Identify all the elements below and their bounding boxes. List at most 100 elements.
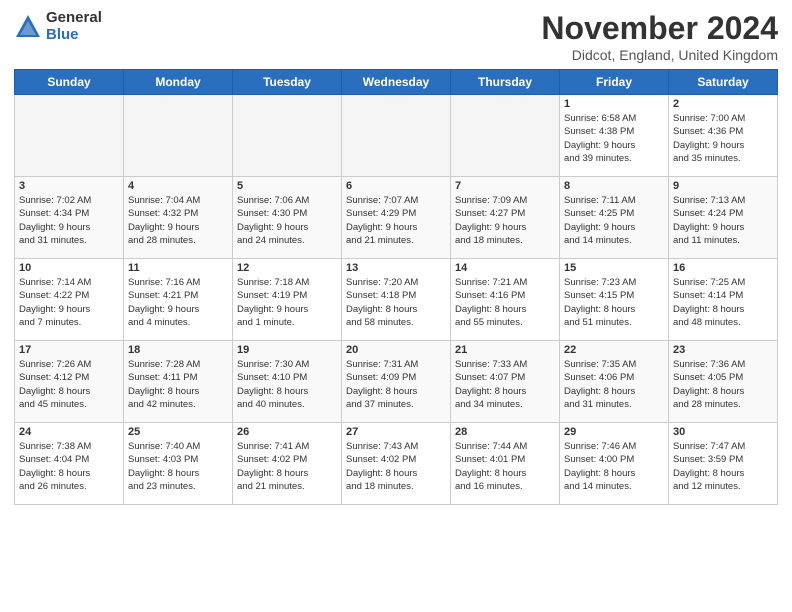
calendar-container: General Blue November 2024 Didcot, Engla… [0,0,792,612]
day-cell: 26Sunrise: 7:41 AM Sunset: 4:02 PM Dayli… [233,423,342,505]
day-number: 15 [564,262,664,274]
day-cell: 9Sunrise: 7:13 AM Sunset: 4:24 PM Daylig… [669,177,778,259]
day-number: 10 [19,262,119,274]
day-number: 4 [128,180,228,192]
day-info: Sunrise: 7:35 AM Sunset: 4:06 PM Dayligh… [564,358,664,411]
day-cell: 5Sunrise: 7:06 AM Sunset: 4:30 PM Daylig… [233,177,342,259]
day-number: 24 [19,426,119,438]
day-number: 17 [19,344,119,356]
header-cell-sunday: Sunday [15,70,124,95]
calendar-body: 1 Sunrise: 6:58 AM Sunset: 4:38 PM Daylig… [15,95,778,505]
day-info: Sunrise: 7:13 AM Sunset: 4:24 PM Dayligh… [673,194,773,247]
day-number: 30 [673,426,773,438]
day-number: 18 [128,344,228,356]
day-cell [451,95,560,177]
day-info: Sunrise: 7:44 AM Sunset: 4:01 PM Dayligh… [455,440,555,493]
day-number: 28 [455,426,555,438]
day-cell: 17 Sunrise: 7:26 AM Sunset: 4:12 PM Dayli… [15,341,124,423]
day-cell: 23Sunrise: 7:36 AM Sunset: 4:05 PM Dayli… [669,341,778,423]
day-number: 19 [237,344,337,356]
day-info: Sunrise: 7:33 AM Sunset: 4:07 PM Dayligh… [455,358,555,411]
week-row-3: 17 Sunrise: 7:26 AM Sunset: 4:12 PM Dayli… [15,341,778,423]
day-cell: 24 Sunrise: 7:38 AM Sunset: 4:04 PM Dayli… [15,423,124,505]
day-cell: 13 Sunrise: 7:20 AM Sunset: 4:18 PM Dayli… [342,259,451,341]
day-cell: 11Sunrise: 7:16 AM Sunset: 4:21 PM Dayli… [124,259,233,341]
day-info: Sunrise: 7:28 AM Sunset: 4:11 PM Dayligh… [128,358,228,411]
day-cell: 27 Sunrise: 7:43 AM Sunset: 4:02 PM Dayli… [342,423,451,505]
day-cell: 29 Sunrise: 7:46 AM Sunset: 4:00 PM Dayli… [560,423,669,505]
day-info: Sunrise: 7:02 AM Sunset: 4:34 PM Dayligh… [19,194,119,247]
day-cell: 15 Sunrise: 7:23 AM Sunset: 4:15 PM Dayli… [560,259,669,341]
day-cell: 6 Sunrise: 7:07 AM Sunset: 4:29 PM Daylig… [342,177,451,259]
day-cell [15,95,124,177]
day-cell [342,95,451,177]
day-info: Sunrise: 7:04 AM Sunset: 4:32 PM Dayligh… [128,194,228,247]
day-info: Sunrise: 7:40 AM Sunset: 4:03 PM Dayligh… [128,440,228,493]
day-cell [233,95,342,177]
header-cell-thursday: Thursday [451,70,560,95]
day-cell: 22Sunrise: 7:35 AM Sunset: 4:06 PM Dayli… [560,341,669,423]
day-cell: 21 Sunrise: 7:33 AM Sunset: 4:07 PM Dayli… [451,341,560,423]
day-number: 14 [455,262,555,274]
day-info: Sunrise: 7:31 AM Sunset: 4:09 PM Dayligh… [346,358,446,411]
week-row-1: 3 Sunrise: 7:02 AM Sunset: 4:34 PM Daylig… [15,177,778,259]
header-cell-friday: Friday [560,70,669,95]
day-number: 23 [673,344,773,356]
day-cell: 20 Sunrise: 7:31 AM Sunset: 4:09 PM Dayli… [342,341,451,423]
day-info: Sunrise: 7:26 AM Sunset: 4:12 PM Dayligh… [19,358,119,411]
day-number: 6 [346,180,446,192]
month-title: November 2024 [541,10,778,47]
calendar-table: SundayMondayTuesdayWednesdayThursdayFrid… [14,69,778,505]
day-info: Sunrise: 7:38 AM Sunset: 4:04 PM Dayligh… [19,440,119,493]
day-number: 2 [673,98,773,110]
day-number: 1 [564,98,664,110]
day-cell: 7 Sunrise: 7:09 AM Sunset: 4:27 PM Daylig… [451,177,560,259]
header-row: SundayMondayTuesdayWednesdayThursdayFrid… [15,70,778,95]
logo-icon [14,13,42,41]
day-info: Sunrise: 7:09 AM Sunset: 4:27 PM Dayligh… [455,194,555,247]
day-number: 25 [128,426,228,438]
day-cell: 18 Sunrise: 7:28 AM Sunset: 4:11 PM Dayli… [124,341,233,423]
day-cell: 25 Sunrise: 7:40 AM Sunset: 4:03 PM Dayli… [124,423,233,505]
day-number: 3 [19,180,119,192]
day-info: Sunrise: 7:16 AM Sunset: 4:21 PM Dayligh… [128,276,228,329]
day-info: Sunrise: 7:25 AM Sunset: 4:14 PM Dayligh… [673,276,773,329]
day-cell: 10 Sunrise: 7:14 AM Sunset: 4:22 PM Dayli… [15,259,124,341]
day-cell: 19 Sunrise: 7:30 AM Sunset: 4:10 PM Dayli… [233,341,342,423]
day-number: 7 [455,180,555,192]
day-info: Sunrise: 7:46 AM Sunset: 4:00 PM Dayligh… [564,440,664,493]
day-number: 29 [564,426,664,438]
day-cell: 4 Sunrise: 7:04 AM Sunset: 4:32 PM Daylig… [124,177,233,259]
day-info: Sunrise: 7:23 AM Sunset: 4:15 PM Dayligh… [564,276,664,329]
header-cell-wednesday: Wednesday [342,70,451,95]
day-info: Sunrise: 7:06 AM Sunset: 4:30 PM Dayligh… [237,194,337,247]
day-info: Sunrise: 7:07 AM Sunset: 4:29 PM Dayligh… [346,194,446,247]
day-info: Sunrise: 7:20 AM Sunset: 4:18 PM Dayligh… [346,276,446,329]
location: Didcot, England, United Kingdom [541,47,778,63]
header: General Blue November 2024 Didcot, Engla… [14,10,778,63]
day-info: Sunrise: 7:30 AM Sunset: 4:10 PM Dayligh… [237,358,337,411]
day-info: Sunrise: 7:21 AM Sunset: 4:16 PM Dayligh… [455,276,555,329]
week-row-0: 1 Sunrise: 6:58 AM Sunset: 4:38 PM Daylig… [15,95,778,177]
day-cell: 12Sunrise: 7:18 AM Sunset: 4:19 PM Dayli… [233,259,342,341]
day-cell: 2 Sunrise: 7:00 AM Sunset: 4:36 PM Daylig… [669,95,778,177]
day-info: Sunrise: 6:58 AM Sunset: 4:38 PM Dayligh… [564,112,664,165]
day-info: Sunrise: 7:14 AM Sunset: 4:22 PM Dayligh… [19,276,119,329]
header-cell-saturday: Saturday [669,70,778,95]
title-block: November 2024 Didcot, England, United Ki… [541,10,778,63]
day-info: Sunrise: 7:11 AM Sunset: 4:25 PM Dayligh… [564,194,664,247]
day-number: 20 [346,344,446,356]
header-cell-monday: Monday [124,70,233,95]
day-number: 27 [346,426,446,438]
week-row-4: 24 Sunrise: 7:38 AM Sunset: 4:04 PM Dayli… [15,423,778,505]
header-cell-tuesday: Tuesday [233,70,342,95]
day-info: Sunrise: 7:41 AM Sunset: 4:02 PM Dayligh… [237,440,337,493]
week-row-2: 10 Sunrise: 7:14 AM Sunset: 4:22 PM Dayli… [15,259,778,341]
day-cell: 3 Sunrise: 7:02 AM Sunset: 4:34 PM Daylig… [15,177,124,259]
day-info: Sunrise: 7:43 AM Sunset: 4:02 PM Dayligh… [346,440,446,493]
day-info: Sunrise: 7:18 AM Sunset: 4:19 PM Dayligh… [237,276,337,329]
day-info: Sunrise: 7:00 AM Sunset: 4:36 PM Dayligh… [673,112,773,165]
day-number: 13 [346,262,446,274]
logo-general: General [46,10,102,27]
day-number: 21 [455,344,555,356]
